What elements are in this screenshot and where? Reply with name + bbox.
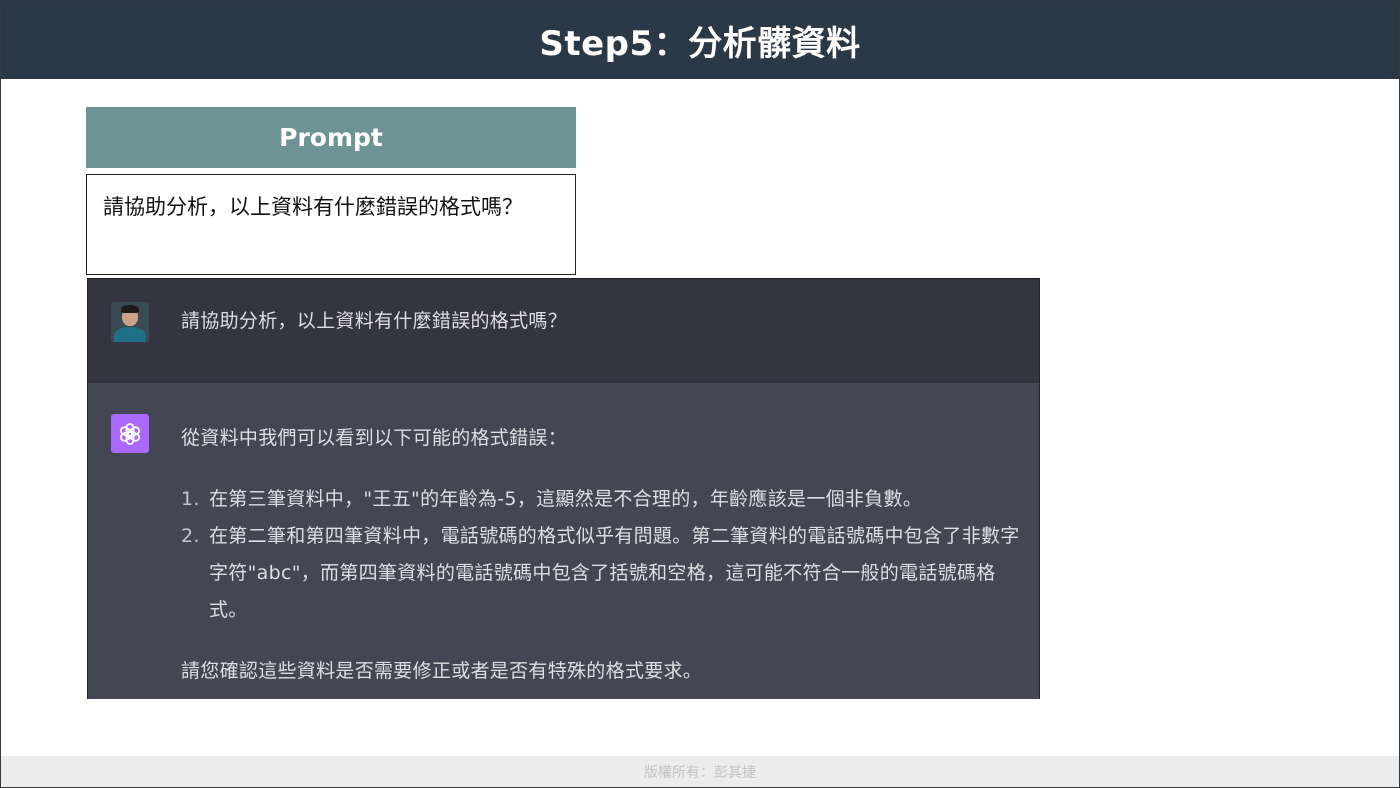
user-avatar	[111, 302, 149, 342]
list-item-text: 在第三筆資料中，"王五"的年齡為-5，這顯然是不合理的，年齡應該是一個非負數。	[209, 488, 923, 510]
slide-header: Step5：分析髒資料	[1, 1, 1399, 79]
chatgpt-logo-icon	[111, 414, 149, 453]
chat-screenshot: 請協助分析，以上資料有什麼錯誤的格式嗎？ 從資料中我們可以看到以下可能的格式錯誤…	[87, 278, 1040, 699]
user-message-text: 請協助分析，以上資料有什麼錯誤的格式嗎？	[181, 310, 568, 332]
copyright-footer: 版權所有：彭其捷	[1, 756, 1399, 787]
assistant-intro-text: 從資料中我們可以看到以下可能的格式錯誤：	[181, 427, 568, 449]
assistant-error-list: 1. 在第三筆資料中，"王五"的年齡為-5，這顯然是不合理的，年齡應該是一個非負…	[181, 481, 1031, 629]
slide-title: Step5：分析髒資料	[539, 23, 861, 64]
prompt-label: Prompt	[86, 107, 576, 168]
user-message-row: 請協助分析，以上資料有什麼錯誤的格式嗎？	[88, 279, 1039, 383]
list-item: 2. 在第二筆和第四筆資料中，電話號碼的格式似乎有問題。第二筆資料的電話號碼中包…	[181, 518, 1031, 629]
assistant-closing-text: 請您確認這些資料是否需要修正或者是否有特殊的格式要求。	[181, 660, 703, 682]
list-item: 1. 在第三筆資料中，"王五"的年齡為-5，這顯然是不合理的，年齡應該是一個非負…	[181, 481, 1031, 518]
list-item-number: 1.	[181, 488, 200, 510]
list-item-text: 在第二筆和第四筆資料中，電話號碼的格式似乎有問題。第二筆資料的電話號碼中包含了非…	[209, 525, 1020, 621]
list-item-number: 2.	[181, 525, 200, 547]
prompt-text-box: 請協助分析，以上資料有什麼錯誤的格式嗎？	[86, 174, 576, 275]
assistant-message-row: 從資料中我們可以看到以下可能的格式錯誤： 1. 在第三筆資料中，"王五"的年齡為…	[88, 383, 1039, 699]
